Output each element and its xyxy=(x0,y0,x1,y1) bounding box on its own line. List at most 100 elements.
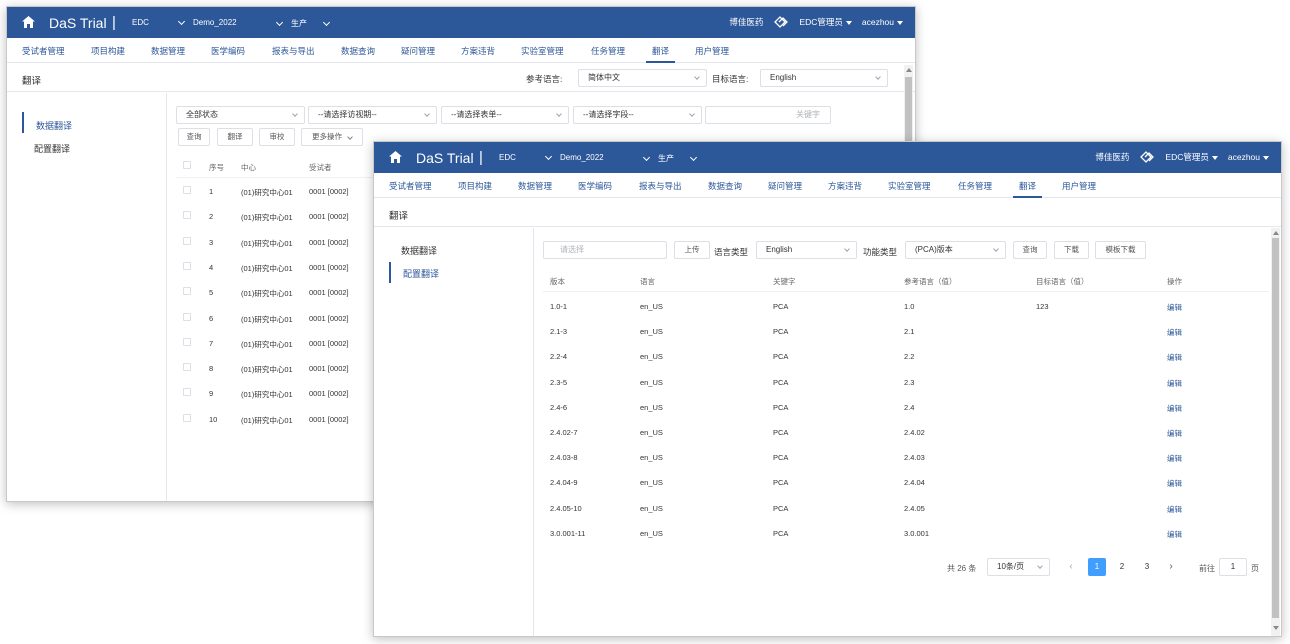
row-checkbox[interactable] xyxy=(183,261,191,270)
scroll-thumb[interactable] xyxy=(905,77,912,143)
edit-link[interactable]: 编辑 xyxy=(1167,453,1182,464)
role-menu[interactable]: EDC管理员 xyxy=(799,16,852,28)
module-select[interactable]: EDC xyxy=(132,18,149,27)
ref-lang-select[interactable]: 简体中文 xyxy=(578,69,707,87)
page-2-button[interactable]: 2 xyxy=(1113,558,1131,576)
nav-project-build[interactable]: 项目构建 xyxy=(458,180,492,192)
scroll-up-icon[interactable] xyxy=(1273,231,1279,235)
func-type-select[interactable]: (PCA)版本 xyxy=(905,241,1006,259)
row-checkbox[interactable] xyxy=(183,186,191,194)
nav-lab[interactable]: 实验室管理 xyxy=(521,45,564,57)
select-all-checkbox[interactable] xyxy=(183,161,191,169)
more-actions-button[interactable]: 更多操作 xyxy=(301,128,363,146)
row-checkbox[interactable] xyxy=(183,337,191,346)
query-button[interactable]: 查询 xyxy=(178,128,210,146)
nav-users[interactable]: 用户管理 xyxy=(695,45,729,57)
role-menu[interactable]: EDC管理员 xyxy=(1165,151,1218,163)
row-checkbox[interactable] xyxy=(183,363,191,372)
form-select[interactable]: --请选择表单-- xyxy=(441,106,569,124)
nav-lab[interactable]: 实验室管理 xyxy=(888,180,931,192)
nav-data-query[interactable]: 数据查询 xyxy=(341,45,375,57)
page-size-select[interactable]: 10条/页 xyxy=(987,558,1050,576)
row-checkbox[interactable] xyxy=(183,413,191,422)
front-scrollbar[interactable] xyxy=(1271,228,1280,636)
page-1-button[interactable]: 1 xyxy=(1088,558,1106,576)
home-icon[interactable] xyxy=(389,151,402,163)
nav-data-mgmt[interactable]: 数据管理 xyxy=(518,180,552,192)
nav-translation[interactable]: 翻译 xyxy=(645,45,676,63)
side-item-config-translation[interactable]: 配置翻译 xyxy=(34,142,70,155)
page-3-button[interactable]: 3 xyxy=(1138,558,1156,576)
back-scrollbar[interactable] xyxy=(904,65,913,145)
status-select[interactable]: 全部状态 xyxy=(176,106,305,124)
edit-link[interactable]: 编辑 xyxy=(1167,529,1182,540)
nav-data-query[interactable]: 数据查询 xyxy=(708,180,742,192)
scroll-up-icon[interactable] xyxy=(906,68,912,72)
row-version: 2.4.05-10 xyxy=(550,503,582,513)
review-button[interactable]: 审校 xyxy=(259,128,295,146)
visit-select[interactable]: --请选择访视期-- xyxy=(308,106,437,124)
translate-button[interactable]: 翻译 xyxy=(217,128,253,146)
user-menu[interactable]: acezhou xyxy=(1228,152,1269,162)
nav-subjects[interactable]: 受试者管理 xyxy=(389,180,432,192)
edit-link[interactable]: 编辑 xyxy=(1167,352,1182,363)
side-item-data-translation[interactable]: 数据翻译 xyxy=(401,244,437,257)
prev-page-button[interactable]: ‹ xyxy=(1062,558,1080,576)
row-checkbox[interactable] xyxy=(183,312,191,321)
edit-link[interactable]: 编辑 xyxy=(1167,504,1182,515)
edit-link[interactable]: 编辑 xyxy=(1167,327,1182,338)
goto-page-input[interactable]: 1 xyxy=(1219,558,1247,576)
env-select[interactable]: 生产 xyxy=(642,153,698,164)
side-item-config-translation[interactable]: 配置翻译 xyxy=(403,267,439,280)
file-select-input[interactable]: 请选择 xyxy=(543,241,667,259)
row-ref-value: 2.4 xyxy=(904,402,915,412)
row-checkbox[interactable] xyxy=(183,236,191,245)
row-ref-value: 3.0.001 xyxy=(904,528,930,538)
query-button[interactable]: 查询 xyxy=(1013,241,1047,259)
project-select[interactable]: Demo_2022 xyxy=(544,152,604,162)
home-icon[interactable] xyxy=(22,16,35,28)
template-download-button[interactable]: 模板下载 xyxy=(1095,241,1146,259)
nav-medical-coding[interactable]: 医学编码 xyxy=(578,180,612,192)
env-select[interactable]: 生产 xyxy=(275,18,331,29)
nav-tasks[interactable]: 任务管理 xyxy=(591,45,625,57)
nav-tasks[interactable]: 任务管理 xyxy=(958,180,992,192)
project-select[interactable]: Demo_2022 xyxy=(177,17,237,27)
side-item-data-translation[interactable]: 数据翻译 xyxy=(36,119,72,132)
row-site: (01)研究中心01 xyxy=(241,238,293,248)
nav-deviations[interactable]: 方案违背 xyxy=(461,45,495,57)
upload-button[interactable]: 上传 xyxy=(674,241,710,259)
page-title: 翻译 xyxy=(22,76,42,87)
download-button[interactable]: 下载 xyxy=(1054,241,1089,259)
scroll-thumb[interactable] xyxy=(1272,238,1279,618)
nav-queries[interactable]: 疑问管理 xyxy=(768,180,802,192)
edit-link[interactable]: 编辑 xyxy=(1167,378,1182,389)
keyword-input[interactable]: 关键字 xyxy=(705,106,831,124)
edit-link[interactable]: 编辑 xyxy=(1167,428,1182,439)
nav-reports[interactable]: 报表与导出 xyxy=(272,45,315,57)
next-page-button[interactable]: › xyxy=(1162,558,1180,576)
nav-project-build[interactable]: 项目构建 xyxy=(91,45,125,57)
nav-users[interactable]: 用户管理 xyxy=(1062,180,1096,192)
row-keyword: PCA xyxy=(773,352,789,362)
nav-data-mgmt[interactable]: 数据管理 xyxy=(151,45,185,57)
nav-deviations[interactable]: 方案违背 xyxy=(828,180,862,192)
edit-link[interactable]: 编辑 xyxy=(1167,478,1182,489)
nav-medical-coding[interactable]: 医学编码 xyxy=(211,45,245,57)
row-checkbox[interactable] xyxy=(183,287,191,296)
user-menu[interactable]: acezhou xyxy=(862,17,903,27)
lang-type-select[interactable]: English xyxy=(756,241,857,259)
nav-queries[interactable]: 疑问管理 xyxy=(401,45,435,57)
side-menu-active-indicator xyxy=(389,262,391,283)
nav-subjects[interactable]: 受试者管理 xyxy=(22,45,65,57)
nav-translation[interactable]: 翻译 xyxy=(1012,180,1043,198)
nav-reports[interactable]: 报表与导出 xyxy=(639,180,682,192)
field-select[interactable]: --请选择字段-- xyxy=(573,106,702,124)
edit-link[interactable]: 编辑 xyxy=(1167,403,1182,414)
target-lang-select[interactable]: English xyxy=(760,69,888,87)
edit-link[interactable]: 编辑 xyxy=(1167,302,1182,313)
row-checkbox[interactable] xyxy=(183,211,191,220)
row-checkbox[interactable] xyxy=(183,388,191,397)
scroll-down-icon[interactable] xyxy=(1273,626,1279,630)
module-select[interactable]: EDC xyxy=(499,153,516,162)
